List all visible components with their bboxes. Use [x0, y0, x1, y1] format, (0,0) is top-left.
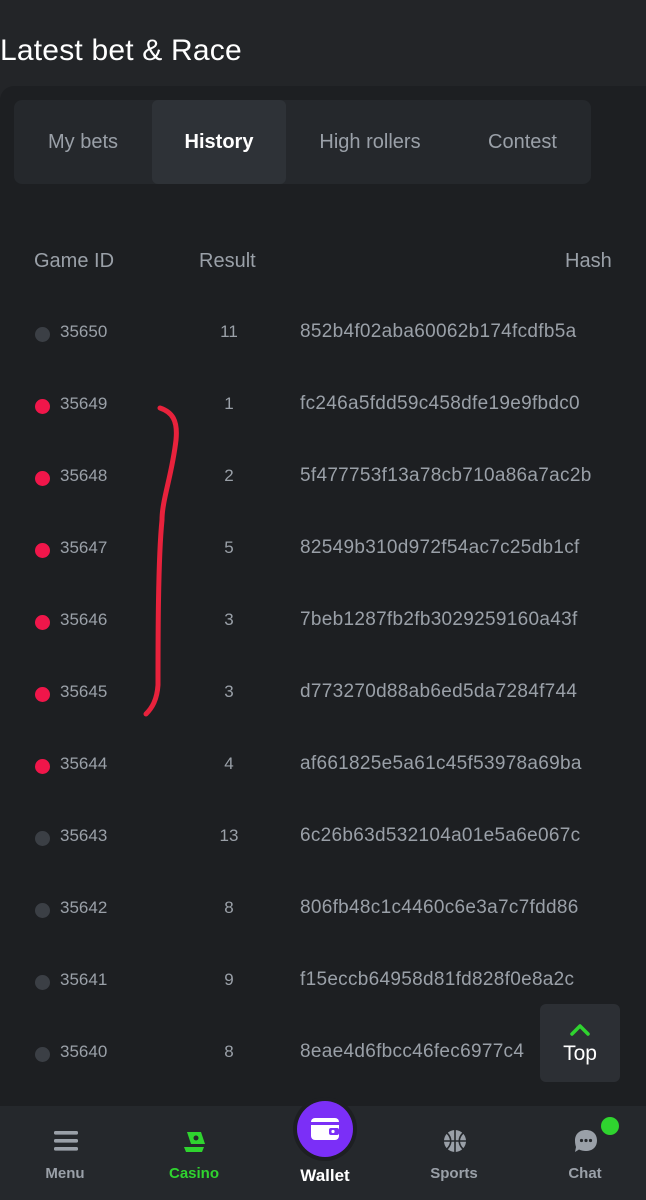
table-row[interactable]: 35649 1 fc246a5fdd59c458dfe19e9fbdc0: [0, 370, 646, 442]
nav-casino-label: Casino: [168, 1165, 219, 1182]
page-header: Latest bet & Race: [0, 0, 646, 92]
game-id-cell: 35641: [60, 970, 108, 989]
chat-notification-badge: [601, 1117, 619, 1135]
status-dot: [35, 903, 50, 918]
hash-cell: 7beb1287fb2fb3029259160a43f: [300, 609, 578, 630]
status-dot: [35, 1047, 50, 1062]
table-row[interactable]: 35643 13 6c26b63d532104a01e5a6e067c: [0, 802, 646, 874]
result-cell: 3: [224, 682, 234, 701]
game-id-cell: 35643: [60, 826, 108, 845]
hash-cell: 5f477753f13a78cb710a86a7ac2b: [300, 465, 592, 486]
column-header-result: Result: [199, 250, 256, 272]
tab-history[interactable]: History: [152, 100, 286, 184]
result-cell: 13: [219, 826, 239, 845]
tab-my-bets[interactable]: My bets: [14, 100, 152, 184]
status-dot: [35, 975, 50, 990]
nav-chat[interactable]: Chat: [535, 1106, 635, 1200]
column-header-hash: Hash: [565, 250, 612, 272]
result-cell: 3: [224, 610, 234, 629]
tab-high-rollers[interactable]: High rollers: [286, 100, 454, 184]
hash-cell: 82549b310d972f54ac7c25db1cf: [300, 537, 580, 558]
nav-menu[interactable]: Menu: [15, 1106, 115, 1200]
casino-icon: [184, 1132, 205, 1152]
game-id-cell: 35645: [60, 682, 108, 701]
game-id-cell: 35648: [60, 466, 108, 485]
tab-bar: My bets History High rollers Contest: [14, 100, 591, 184]
game-id-cell: 35642: [60, 898, 108, 917]
hash-cell: 6c26b63d532104a01e5a6e067c: [300, 825, 581, 846]
status-dot: [35, 399, 50, 414]
nav-sports-label: Sports: [430, 1165, 478, 1182]
bets-panel: My bets History High rollers Contest Gam…: [0, 86, 646, 1106]
nav-sports[interactable]: Sports: [404, 1106, 504, 1200]
hash-cell: f15eccb64958d81fd828f0e8a2c: [300, 969, 575, 990]
status-dot: [35, 327, 50, 342]
hash-cell: 852b4f02aba60062b174fcdfb5a: [300, 321, 577, 342]
status-dot: [35, 759, 50, 774]
table-row[interactable]: 35646 3 7beb1287fb2fb3029259160a43f: [0, 586, 646, 658]
nav-menu-label: Menu: [45, 1165, 85, 1182]
status-dot: [35, 615, 50, 630]
table-row[interactable]: 35644 4 af661825e5a61c45f53978a69ba: [0, 730, 646, 802]
status-dot: [35, 831, 50, 846]
game-id-cell: 35644: [60, 754, 108, 773]
history-table: 35650 11 852b4f02aba60062b174fcdfb5a 35649 1…: [0, 298, 646, 1090]
result-cell: 1: [224, 394, 234, 413]
hash-cell: 806fb48c1c4460c6e3a7c7fdd86: [300, 897, 579, 918]
table-row[interactable]: 35645 3 d773270d88ab6ed5da7284f744: [0, 658, 646, 730]
chevron-up-icon: [570, 1024, 590, 1036]
result-cell: 11: [220, 322, 238, 341]
menu-icon: [54, 1131, 78, 1151]
nav-chat-label: Chat: [568, 1165, 602, 1182]
wallet-icon: [311, 1118, 339, 1140]
hash-cell: af661825e5a61c45f53978a69ba: [300, 753, 582, 774]
nav-wallet[interactable]: [297, 1101, 353, 1157]
game-id-cell: 35649: [60, 394, 108, 413]
status-dot: [35, 471, 50, 486]
basketball-icon: [444, 1130, 466, 1152]
column-header-game-id: Game ID: [34, 250, 115, 272]
game-id-cell: 35650: [60, 322, 108, 341]
game-id-cell: 35640: [60, 1042, 108, 1061]
page-title: Latest bet & Race: [0, 34, 242, 67]
status-dot: [35, 543, 50, 558]
result-cell: 5: [224, 538, 234, 557]
chat-icon: [575, 1130, 597, 1152]
game-id-cell: 35646: [60, 610, 108, 629]
nav-wallet-label[interactable]: Wallet: [275, 1166, 375, 1186]
table-row[interactable]: 35650 11 852b4f02aba60062b174fcdfb5a: [0, 298, 646, 370]
result-cell: 8: [224, 898, 234, 917]
table-row[interactable]: 35642 8 806fb48c1c4460c6e3a7c7fdd86: [0, 874, 646, 946]
table-row[interactable]: 35648 2 5f477753f13a78cb710a86a7ac2b: [0, 442, 646, 514]
scroll-to-top-button[interactable]: Top: [540, 1004, 620, 1082]
hash-cell: d773270d88ab6ed5da7284f744: [300, 681, 578, 702]
result-cell: 2: [224, 466, 234, 485]
game-id-cell: 35647: [60, 538, 108, 557]
tab-contest[interactable]: Contest: [454, 100, 591, 184]
result-cell: 8: [224, 1042, 234, 1061]
hash-cell: fc246a5fdd59c458dfe19e9fbdc0: [300, 393, 580, 414]
top-button-label: Top: [563, 1042, 597, 1065]
result-cell: 4: [224, 754, 234, 773]
table-row[interactable]: 35647 5 82549b310d972f54ac7c25db1cf: [0, 514, 646, 586]
result-cell: 9: [224, 970, 234, 989]
nav-casino[interactable]: Casino: [144, 1106, 244, 1200]
status-dot: [35, 687, 50, 702]
